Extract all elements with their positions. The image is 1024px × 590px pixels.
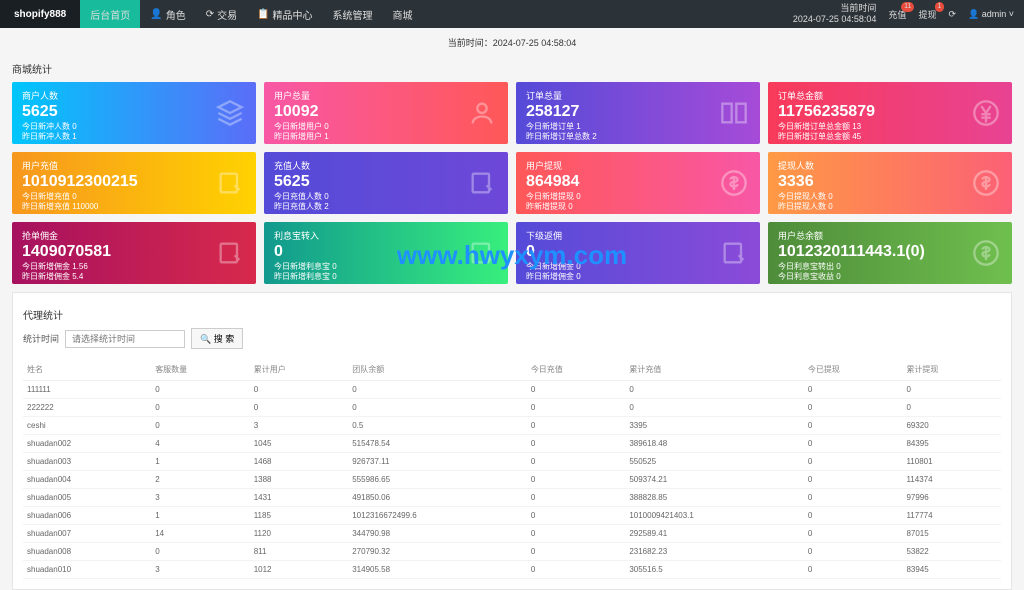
edit-icon <box>720 239 748 267</box>
edit-icon <box>216 239 244 267</box>
table-header: 今日充值 <box>527 359 626 381</box>
stat-card: 用户总余额1012320111443.1(0)今日利息宝转出 0今日利息宝收益 … <box>768 222 1012 284</box>
table-header: 累计提现 <box>902 359 1001 381</box>
sub-header: 当前时间：2024-07-25 04:58:04 <box>0 28 1024 57</box>
user-icon <box>468 99 496 127</box>
table-row: shuadan00531431491850.060388828.85097996 <box>23 489 1001 507</box>
stat-card: 用户充值1010912300215今日新增充值 0昨日新增充值 110000 <box>12 152 256 214</box>
section-title: 商城统计 <box>12 61 1012 76</box>
refresh-icon[interactable]: ⟳ <box>948 9 956 20</box>
table-row: shuadan007141120344790.980292589.4108701… <box>23 525 1001 543</box>
nav-icon: 👤 <box>150 9 162 20</box>
nav-item[interactable]: ⟳交易 <box>196 0 247 28</box>
stat-cards-grid: 商户人数5625今日新冲人数 0昨日新冲人数 1用户总量10092今日新增用户 … <box>12 82 1012 284</box>
table-row: shuadan00421388555986.650509374.21011437… <box>23 471 1001 489</box>
recharge-link[interactable]: 充值11 <box>888 8 906 21</box>
nav-item[interactable]: 👤角色 <box>140 0 195 28</box>
edit-icon <box>216 169 244 197</box>
table-header: 今已提现 <box>804 359 903 381</box>
table-row: shuadan006111851012316672499.60101000942… <box>23 507 1001 525</box>
table-header: 团队余额 <box>348 359 527 381</box>
table-row: 2222220000000 <box>23 399 1001 417</box>
book-icon <box>720 99 748 127</box>
stat-card: 利息宝转入0今日新增利息宝 0昨日新增利息宝 0 <box>264 222 508 284</box>
layers-icon <box>216 99 244 127</box>
dollar-icon <box>972 169 1000 197</box>
stat-card: 订单总量258127今日新增订单 1昨日新增订单总数 2 <box>516 82 760 144</box>
table-row: ceshi030.503395069320 <box>23 417 1001 435</box>
table-row: shuadan00311468926737.1105505250110801 <box>23 453 1001 471</box>
nav-item[interactable]: 商城 <box>383 0 423 28</box>
edit-icon <box>468 239 496 267</box>
main-nav: 后台首页👤角色⟳交易📋精品中心系统管理商城 <box>80 0 422 28</box>
stat-card: 订单总金额11756235879今日新增订单总金额 13昨日新增订单总金额 45 <box>768 82 1012 144</box>
dollar-icon <box>972 239 1000 267</box>
table-header: 客服数量 <box>151 359 250 381</box>
table-header: 累计充值 <box>625 359 804 381</box>
brand: shopify888 <box>0 0 80 28</box>
stat-card: 商户人数5625今日新冲人数 0昨日新冲人数 1 <box>12 82 256 144</box>
search-button[interactable]: 🔍 搜 索 <box>191 328 243 349</box>
filter-bar: 统计时间 🔍 搜 索 <box>23 328 1001 349</box>
nav-item[interactable]: 📋精品中心 <box>247 0 322 28</box>
header-time: 当前时间 2024-07-25 04:58:04 <box>793 3 877 25</box>
user-menu[interactable]: 👤 admin ˅ <box>968 9 1014 20</box>
table-row: 1111110000000 <box>23 381 1001 399</box>
stat-card: 提现人数3336今日提现人数 0昨日提现人数 0 <box>768 152 1012 214</box>
edit-icon <box>468 169 496 197</box>
agent-title: 代理统计 <box>23 307 1001 322</box>
nav-item[interactable]: 系统管理 <box>323 0 383 28</box>
stat-card: 抢单佣金1409070581今日新增佣金 1.56昨日新增佣金 5.4 <box>12 222 256 284</box>
filter-label: 统计时间 <box>23 332 59 345</box>
table-row: shuadan00241045515478.540389618.48084395 <box>23 435 1001 453</box>
top-header: shopify888 后台首页👤角色⟳交易📋精品中心系统管理商城 当前时间 20… <box>0 0 1024 28</box>
nav-icon: ⟳ <box>206 9 214 20</box>
header-right: 当前时间 2024-07-25 04:58:04 充值11 提现1 ⟳ 👤 ad… <box>793 3 1024 25</box>
date-input[interactable] <box>65 330 185 348</box>
stat-card: 充值人数5625今日充值人数 0昨日充值人数 2 <box>264 152 508 214</box>
withdraw-link[interactable]: 提现1 <box>918 8 936 21</box>
stat-card: 用户总量10092今日新增用户 0昨日新增用户 1 <box>264 82 508 144</box>
table-header: 姓名 <box>23 359 151 381</box>
dollar-icon <box>720 169 748 197</box>
agent-panel: 代理统计 统计时间 🔍 搜 索 姓名客服数量累计用户团队余额今日充值累计充值今已… <box>12 292 1012 590</box>
agent-table: 姓名客服数量累计用户团队余额今日充值累计充值今已提现累计提现 111111000… <box>23 359 1001 579</box>
stat-card: 下级返佣0今日新增佣金 0昨日新增佣金 0 <box>516 222 760 284</box>
stat-card: 用户提现864984今日新增提现 0昨新增提现 0 <box>516 152 760 214</box>
table-header: 累计用户 <box>250 359 349 381</box>
table-row: shuadan0080811270790.320231682.23053822 <box>23 543 1001 561</box>
yen-icon <box>972 99 1000 127</box>
nav-item[interactable]: 后台首页 <box>80 0 140 28</box>
table-row: shuadan01031012314905.580305516.5083945 <box>23 561 1001 579</box>
nav-icon: 📋 <box>257 9 269 20</box>
